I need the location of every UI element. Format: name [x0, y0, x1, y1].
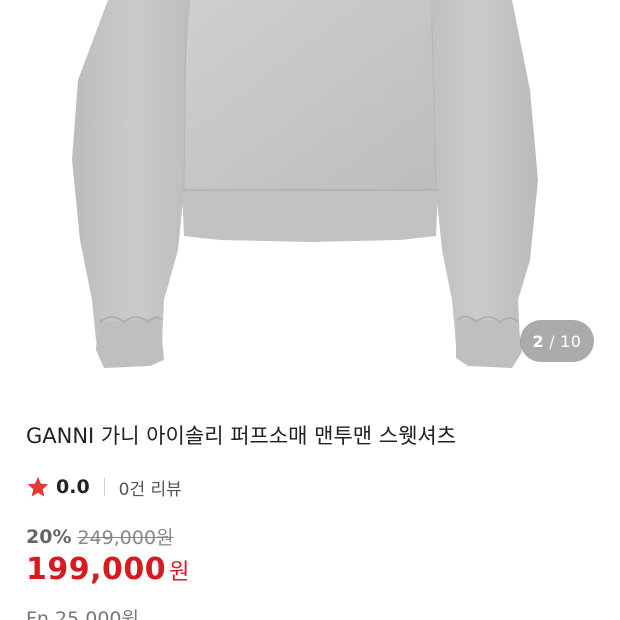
star-icon: [27, 476, 49, 497]
discount-rate: 20%: [26, 525, 72, 548]
currency-unit: 원: [169, 560, 190, 585]
sale-price: 199,000: [26, 552, 167, 587]
counter-current: 2: [532, 331, 545, 351]
product-title: GANNI 가니 아이솔리 퍼프소매 맨투맨 스웻셔츠: [26, 424, 457, 448]
counter-separator: /: [549, 331, 556, 351]
original-price: 249,000원: [77, 527, 174, 549]
rating-score: 0.0: [56, 476, 90, 498]
original-price-row: 20% 249,000원: [26, 523, 174, 550]
product-detail-page: 2 / 10 GANNI 가니 아이솔리 퍼프소매 맨투맨 스웻셔츠 0.0 0…: [0, 0, 620, 620]
sale-price-row: 199,000 원: [26, 552, 189, 587]
review-count-link[interactable]: 0건 리뷰: [119, 475, 182, 500]
rating-row[interactable]: 0.0 0건 리뷰: [26, 473, 182, 501]
product-image-carousel[interactable]: 2 / 10: [0, 0, 620, 388]
rating-divider: [103, 478, 105, 496]
counter-total: 10: [560, 331, 582, 351]
image-page-counter: 2 / 10: [520, 320, 594, 362]
additional-price-info: Fn 25,000원: [26, 608, 139, 620]
